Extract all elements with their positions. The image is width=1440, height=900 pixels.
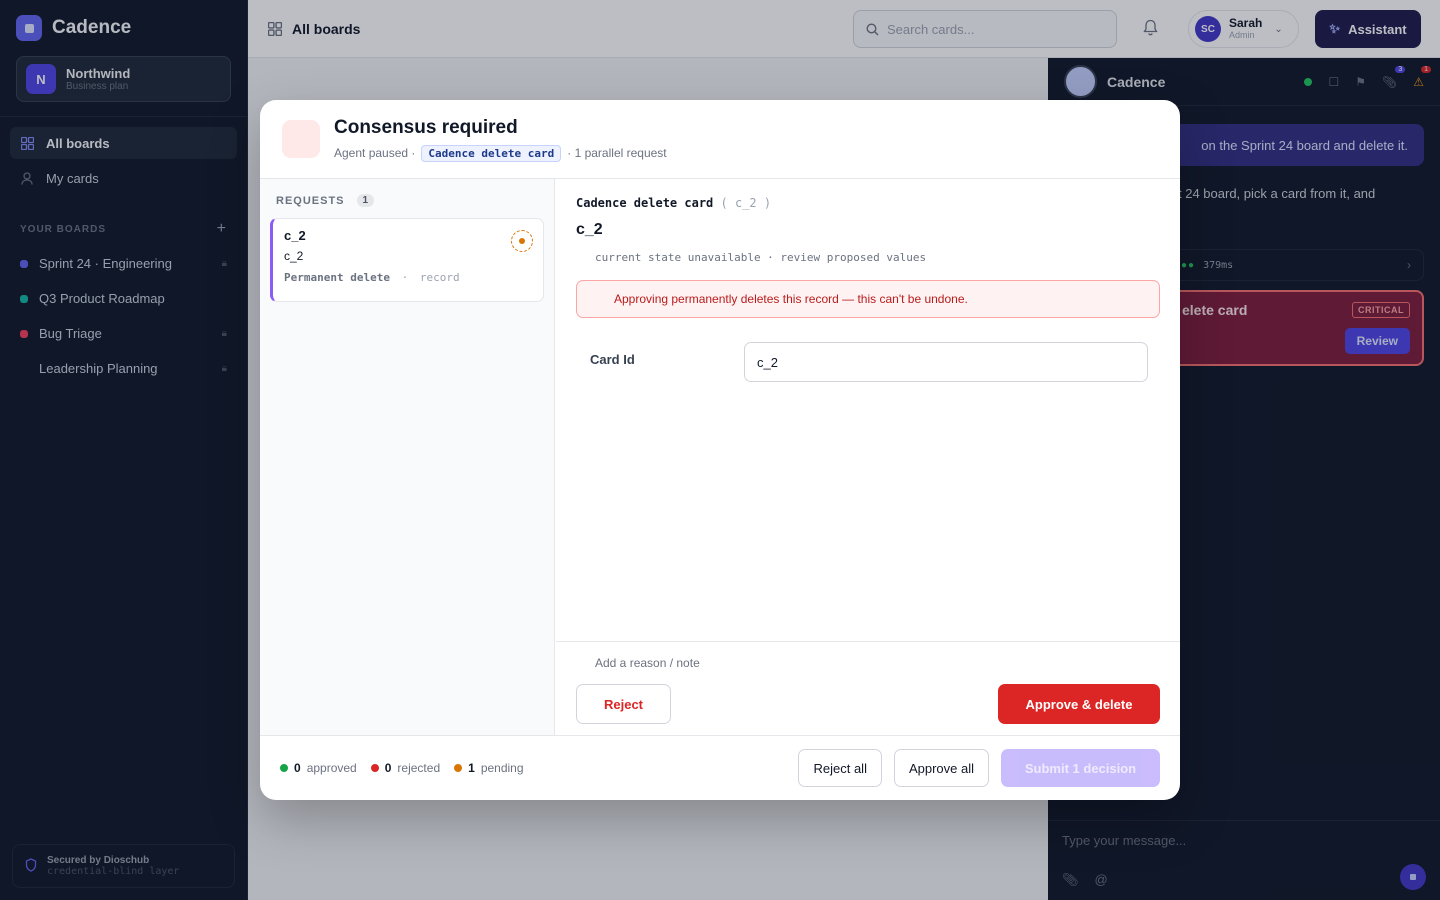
pending-label: pending — [480, 761, 524, 775]
reject-button[interactable]: Reject — [576, 684, 671, 724]
rejected-tally: 0 rejected — [370, 761, 441, 775]
approved-dot — [280, 764, 288, 772]
detail-state-note: current state unavailable · review propo… — [595, 251, 927, 264]
warning-tile-icon — [282, 120, 320, 158]
modal-title: Consensus required — [334, 116, 518, 138]
detail-tool-arg: c_2 — [734, 196, 757, 210]
rejected-count: 0 — [384, 761, 392, 775]
agent-status: Agent paused · — [334, 146, 416, 160]
pending-count: 1 — [468, 761, 475, 775]
request-action: Permanent delete — [284, 271, 390, 284]
approved-tally: 0 approved — [280, 761, 357, 775]
parallel-count: · 1 parallel request — [567, 146, 667, 160]
card-id-field[interactable] — [744, 342, 1148, 382]
approved-label: approved — [306, 761, 357, 775]
request-detail: Cadence delete card ( c_2 ) c_2 current … — [556, 179, 1180, 735]
approve-delete-button[interactable]: Approve & delete — [998, 684, 1160, 724]
modal-subtitle: Agent paused · Cadence delete card · 1 p… — [334, 144, 667, 162]
request-meta: Permanent delete · record — [284, 271, 460, 284]
pending-dot — [454, 764, 463, 772]
decision-area: Add a reason / note Reject Approve & del… — [556, 641, 1180, 735]
card-id-label: Card Id — [590, 352, 635, 367]
modal-header: Consensus required Agent paused · Cadenc… — [260, 100, 1180, 179]
note-input[interactable]: Add a reason / note — [595, 656, 700, 670]
rejected-dot — [370, 764, 379, 772]
tool-pill: Cadence delete card — [421, 144, 562, 162]
request-title: c_2 — [284, 228, 306, 243]
detail-tool-arg-open: ( — [720, 196, 735, 210]
submit-decision-button[interactable]: Submit 1 decision — [1001, 749, 1160, 787]
approved-count: 0 — [294, 761, 301, 775]
detail-tool-name: Cadence delete card — [576, 196, 714, 210]
pending-tally: 1 pending — [454, 761, 524, 775]
reject-all-button[interactable]: Reject all — [798, 749, 882, 787]
detail-title: c_2 — [576, 221, 603, 238]
danger-banner: Approving permanently deletes this recor… — [576, 280, 1160, 318]
consensus-modal: Consensus required Agent paused · Cadenc… — [260, 100, 1180, 800]
modal-footer: 0 approved 0 rejected 1 pending Reject a… — [260, 735, 1180, 800]
detail-tool-signature: Cadence delete card ( c_2 ) — [576, 196, 771, 210]
requests-pane: REQUESTS 1 c_2 c_2 Permanent delete · re… — [260, 179, 555, 735]
requests-count: 1 — [356, 194, 375, 207]
request-item[interactable]: c_2 c_2 Permanent delete · record — [270, 218, 544, 302]
pending-status-icon — [511, 230, 533, 252]
approve-all-button[interactable]: Approve all — [893, 749, 989, 787]
requests-header: REQUESTS 1 — [260, 179, 554, 218]
detail-tool-arg-close: ) — [756, 196, 772, 210]
requests-label: REQUESTS — [276, 194, 345, 207]
rejected-label: rejected — [397, 761, 441, 775]
footer-actions: Reject all Approve all Submit 1 decision — [798, 749, 1160, 787]
request-subtitle: c_2 — [284, 249, 304, 263]
request-kind: record — [419, 271, 460, 284]
